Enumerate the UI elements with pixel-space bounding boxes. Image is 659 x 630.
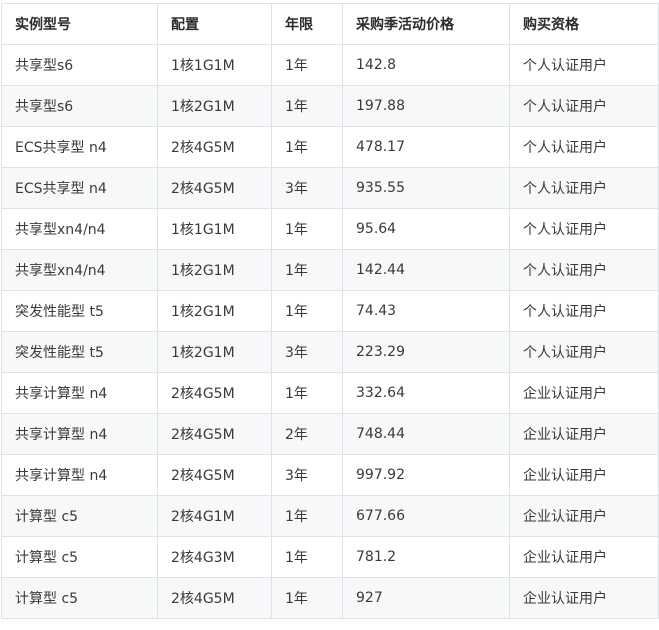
cell-duration: 1年 <box>271 208 343 250</box>
cell-duration: 1年 <box>271 577 343 619</box>
cell-duration: 1年 <box>271 495 343 537</box>
cell-config: 1核1G1M <box>157 208 272 250</box>
cell-promo-price: 478.17 <box>342 126 510 168</box>
cell-promo-price: 223.29 <box>342 331 510 373</box>
cell-config: 2核4G5M <box>157 577 272 619</box>
cell-eligibility: 个人认证用户 <box>509 249 659 291</box>
cell-config: 1核2G1M <box>157 331 272 373</box>
cell-eligibility: 个人认证用户 <box>509 208 659 250</box>
table-row: ECS共享型 n4 2核4G5M 1年 478.17 个人认证用户 <box>1 126 659 168</box>
cell-instance-model: 突发性能型 t5 <box>1 290 158 332</box>
cell-config: 1核2G1M <box>157 249 272 291</box>
cell-config: 2核4G5M <box>157 126 272 168</box>
cell-instance-model: ECS共享型 n4 <box>1 126 158 168</box>
cell-instance-model: 共享型s6 <box>1 44 158 86</box>
cell-promo-price: 677.66 <box>342 495 510 537</box>
cell-promo-price: 74.43 <box>342 290 510 332</box>
cell-config: 2核4G1M <box>157 495 272 537</box>
table-row: ECS共享型 n4 2核4G5M 3年 935.55 个人认证用户 <box>1 167 659 209</box>
cell-config: 2核4G3M <box>157 536 272 578</box>
cell-duration: 2年 <box>271 413 343 455</box>
header-promo-price: 采购季活动价格 <box>342 3 510 45</box>
cell-eligibility: 企业认证用户 <box>509 577 659 619</box>
cell-eligibility: 个人认证用户 <box>509 167 659 209</box>
header-instance-model: 实例型号 <box>1 3 158 45</box>
cell-promo-price: 142.44 <box>342 249 510 291</box>
cell-duration: 3年 <box>271 331 343 373</box>
table-row: 计算型 c5 2核4G1M 1年 677.66 企业认证用户 <box>1 495 659 537</box>
header-duration: 年限 <box>271 3 343 45</box>
cell-instance-model: 共享计算型 n4 <box>1 372 158 414</box>
cell-duration: 1年 <box>271 249 343 291</box>
cell-eligibility: 企业认证用户 <box>509 495 659 537</box>
cell-eligibility: 个人认证用户 <box>509 85 659 127</box>
table-row: 共享型s6 1核2G1M 1年 197.88 个人认证用户 <box>1 85 659 127</box>
cell-instance-model: ECS共享型 n4 <box>1 167 158 209</box>
pricing-table: 实例型号 配置 年限 采购季活动价格 购买资格 共享型s6 1核1G1M 1年 142… <box>1 3 659 619</box>
table-row: 计算型 c5 2核4G5M 1年 927 企业认证用户 <box>1 577 659 619</box>
table-row: 突发性能型 t5 1核2G1M 1年 74.43 个人认证用户 <box>1 290 659 332</box>
cell-promo-price: 927 <box>342 577 510 619</box>
cell-config: 1核2G1M <box>157 85 272 127</box>
cell-instance-model: 计算型 c5 <box>1 577 158 619</box>
cell-config: 1核1G1M <box>157 44 272 86</box>
cell-eligibility: 企业认证用户 <box>509 454 659 496</box>
cell-instance-model: 突发性能型 t5 <box>1 331 158 373</box>
cell-eligibility: 个人认证用户 <box>509 331 659 373</box>
table-row: 共享计算型 n4 2核4G5M 3年 997.92 企业认证用户 <box>1 454 659 496</box>
cell-instance-model: 共享型xn4/n4 <box>1 249 158 291</box>
table-row: 共享计算型 n4 2核4G5M 1年 332.64 企业认证用户 <box>1 372 659 414</box>
cell-config: 2核4G5M <box>157 167 272 209</box>
table-row: 共享型xn4/n4 1核2G1M 1年 142.44 个人认证用户 <box>1 249 659 291</box>
cell-duration: 1年 <box>271 290 343 332</box>
cell-config: 2核4G5M <box>157 372 272 414</box>
cell-eligibility: 个人认证用户 <box>509 290 659 332</box>
table-row: 共享计算型 n4 2核4G5M 2年 748.44 企业认证用户 <box>1 413 659 455</box>
cell-instance-model: 共享型xn4/n4 <box>1 208 158 250</box>
cell-eligibility: 个人认证用户 <box>509 44 659 86</box>
cell-config: 1核2G1M <box>157 290 272 332</box>
cell-duration: 1年 <box>271 536 343 578</box>
header-row: 实例型号 配置 年限 采购季活动价格 购买资格 <box>1 3 659 45</box>
table-row: 突发性能型 t5 1核2G1M 3年 223.29 个人认证用户 <box>1 331 659 373</box>
cell-config: 2核4G5M <box>157 454 272 496</box>
table-row: 共享型xn4/n4 1核1G1M 1年 95.64 个人认证用户 <box>1 208 659 250</box>
cell-promo-price: 95.64 <box>342 208 510 250</box>
cell-duration: 3年 <box>271 167 343 209</box>
cell-promo-price: 332.64 <box>342 372 510 414</box>
cell-duration: 1年 <box>271 85 343 127</box>
cell-instance-model: 计算型 c5 <box>1 536 158 578</box>
table-body: 共享型s6 1核1G1M 1年 142.8 个人认证用户 共享型s6 1核2G1M 1年 197… <box>1 44 659 619</box>
table-row: 共享型s6 1核1G1M 1年 142.8 个人认证用户 <box>1 44 659 86</box>
cell-promo-price: 935.55 <box>342 167 510 209</box>
cell-promo-price: 997.92 <box>342 454 510 496</box>
cell-duration: 1年 <box>271 372 343 414</box>
cell-duration: 3年 <box>271 454 343 496</box>
cell-eligibility: 企业认证用户 <box>509 372 659 414</box>
cell-eligibility: 个人认证用户 <box>509 126 659 168</box>
cell-promo-price: 748.44 <box>342 413 510 455</box>
cell-instance-model: 共享计算型 n4 <box>1 413 158 455</box>
header-config: 配置 <box>157 3 272 45</box>
cell-eligibility: 企业认证用户 <box>509 536 659 578</box>
cell-duration: 1年 <box>271 44 343 86</box>
cell-duration: 1年 <box>271 126 343 168</box>
table-header: 实例型号 配置 年限 采购季活动价格 购买资格 <box>1 3 659 45</box>
cell-instance-model: 共享型s6 <box>1 85 158 127</box>
cell-eligibility: 企业认证用户 <box>509 413 659 455</box>
table-row: 计算型 c5 2核4G3M 1年 781.2 企业认证用户 <box>1 536 659 578</box>
cell-instance-model: 计算型 c5 <box>1 495 158 537</box>
header-eligibility: 购买资格 <box>509 3 659 45</box>
cell-promo-price: 197.88 <box>342 85 510 127</box>
cell-promo-price: 142.8 <box>342 44 510 86</box>
cell-config: 2核4G5M <box>157 413 272 455</box>
cell-instance-model: 共享计算型 n4 <box>1 454 158 496</box>
cell-promo-price: 781.2 <box>342 536 510 578</box>
